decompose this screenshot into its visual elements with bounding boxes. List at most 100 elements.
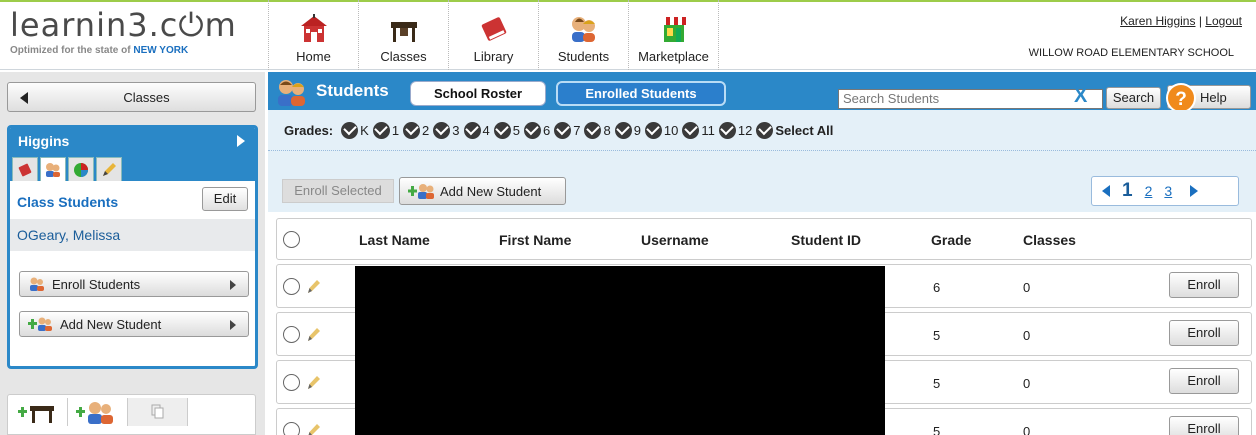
add-new-student-button[interactable]: Add New Student: [399, 177, 566, 205]
grades-filter: Grades: K 1 2 3 4 5 6 7 8 9 10 11 12 Sel…: [268, 110, 1256, 151]
row-checkbox[interactable]: [283, 422, 300, 435]
col-student-id[interactable]: Student ID: [791, 232, 861, 248]
grade-checkbox-8[interactable]: 8: [584, 121, 611, 139]
grade-label: K: [360, 122, 369, 138]
grade-checkbox-5[interactable]: 5: [493, 121, 520, 139]
help-icon: ?: [1166, 83, 1196, 113]
grade-label: 4: [482, 122, 490, 138]
logout-link[interactable]: Logout: [1205, 14, 1242, 28]
edit-button[interactable]: Edit: [202, 187, 248, 211]
grade-checkbox-10[interactable]: 10: [644, 121, 678, 139]
col-classes[interactable]: Classes: [1023, 232, 1076, 248]
class-students-title: Class Students: [17, 194, 119, 210]
page-2[interactable]: 2: [1145, 183, 1153, 199]
add-group-tab[interactable]: [68, 398, 128, 426]
page-3[interactable]: 3: [1164, 183, 1172, 199]
tab-students[interactable]: [40, 157, 66, 181]
copy-icon: [151, 404, 163, 419]
grade-label: 2: [422, 122, 430, 138]
enroll-button[interactable]: Enroll: [1169, 416, 1239, 435]
grade-checkbox-7[interactable]: 7: [554, 121, 580, 139]
bottom-tabs: [7, 394, 256, 435]
clear-search-icon[interactable]: X: [1074, 86, 1087, 106]
enroll-students-button[interactable]: Enroll Students: [19, 271, 249, 297]
grade-checkbox-12[interactable]: 12: [718, 121, 753, 139]
grade-checkbox-9[interactable]: 9: [614, 121, 641, 139]
edit-pencil-icon[interactable]: [307, 422, 321, 435]
next-page-icon[interactable]: [1190, 185, 1199, 197]
nav-students[interactable]: Students: [538, 0, 628, 70]
enroll-button[interactable]: Enroll: [1169, 368, 1239, 394]
edit-pencil-icon[interactable]: [307, 374, 321, 390]
class-panel-header[interactable]: Higgins: [10, 128, 255, 154]
edit-pencil-icon[interactable]: [307, 326, 321, 342]
enroll-selected-button[interactable]: Enroll Selected: [282, 179, 394, 203]
nav-classes[interactable]: Classes: [358, 0, 448, 70]
grade-checkbox-k[interactable]: K: [341, 121, 369, 139]
grade-label: 11: [701, 122, 715, 138]
grade-label: 12: [737, 122, 753, 138]
row-checkbox[interactable]: [283, 374, 300, 391]
help-label: Help: [1200, 89, 1227, 105]
add-student-icon: [408, 183, 436, 199]
classes-back-button[interactable]: Classes: [7, 82, 256, 112]
cell-grade: 6: [933, 280, 941, 295]
checkbox-checked-icon: [614, 121, 632, 139]
search-input[interactable]: Search Students: [838, 89, 1103, 109]
page-1[interactable]: 1: [1122, 180, 1133, 202]
arrow-right-icon: [230, 280, 236, 290]
grade-checkbox-2[interactable]: 2: [403, 121, 430, 139]
col-last-name[interactable]: Last Name: [359, 232, 430, 248]
add-class-icon: [17, 406, 54, 423]
grade-checkbox-1[interactable]: 1: [372, 121, 399, 139]
classes-back-label: Classes: [123, 90, 170, 105]
grade-label: 5: [512, 122, 520, 138]
copy-tab[interactable]: [128, 398, 188, 426]
user-name-link[interactable]: Karen Higgins: [1120, 14, 1195, 28]
tab-school-roster[interactable]: School Roster: [410, 81, 546, 106]
row-checkbox[interactable]: [283, 326, 300, 343]
add-student-icon: [28, 317, 54, 331]
pencil-icon: [103, 162, 116, 176]
enroll-button[interactable]: Enroll: [1169, 320, 1239, 346]
col-first-name[interactable]: First Name: [499, 232, 571, 248]
class-student-item[interactable]: OGeary, Melissa: [10, 219, 255, 251]
nav-marketplace[interactable]: Marketplace: [628, 0, 719, 70]
nav-library[interactable]: Library: [448, 0, 538, 70]
row-checkbox[interactable]: [283, 278, 300, 295]
tab-progress[interactable]: [68, 157, 94, 181]
grade-checkbox-6[interactable]: 6: [523, 121, 550, 139]
logo[interactable]: learnin3.c⏻m Optimized for the state of …: [10, 7, 260, 65]
arrow-right-icon: [230, 320, 236, 330]
add-new-student-sidebar-button[interactable]: Add New Student: [19, 311, 249, 337]
add-new-student-label: Add New Student: [440, 183, 542, 199]
nav-marketplace-label: Marketplace: [638, 49, 709, 64]
col-username[interactable]: Username: [641, 232, 709, 248]
checkbox-checked-icon: [463, 121, 481, 139]
select-all-grades-checkbox[interactable]: Select All: [756, 121, 833, 139]
grade-checkbox-3[interactable]: 3: [433, 121, 460, 139]
grade-checkbox-4[interactable]: 4: [463, 121, 490, 139]
arrow-right-icon: [237, 135, 245, 147]
help-button[interactable]: ? Help: [1166, 83, 1251, 113]
nav-home-label: Home: [296, 49, 331, 64]
tab-assignments[interactable]: [96, 157, 122, 181]
cell-grade: 5: [933, 328, 941, 343]
grade-label: 3: [452, 122, 460, 138]
cell-classes: 0: [1023, 328, 1031, 343]
add-class-tab[interactable]: [8, 398, 68, 426]
grade-checkbox-11[interactable]: 11: [682, 121, 715, 139]
tab-library[interactable]: [12, 157, 38, 181]
select-all-rows-checkbox[interactable]: [283, 231, 300, 248]
sidebar: Classes Higgins Class Students Edit OGea…: [0, 72, 265, 435]
tab-enrolled-students[interactable]: Enrolled Students: [556, 81, 726, 106]
enroll-button[interactable]: Enroll: [1169, 272, 1239, 298]
previous-page-icon[interactable]: [1102, 185, 1110, 197]
nav-home[interactable]: Home: [268, 0, 358, 70]
add-new-student-label: Add New Student: [60, 316, 162, 332]
search-button[interactable]: Search: [1106, 87, 1161, 109]
students-header: Students School Roster Enrolled Students…: [268, 72, 1256, 113]
logo-subtitle-prefix: Optimized for the state of: [10, 45, 134, 56]
col-grade[interactable]: Grade: [931, 232, 971, 248]
edit-pencil-icon[interactable]: [307, 278, 321, 294]
